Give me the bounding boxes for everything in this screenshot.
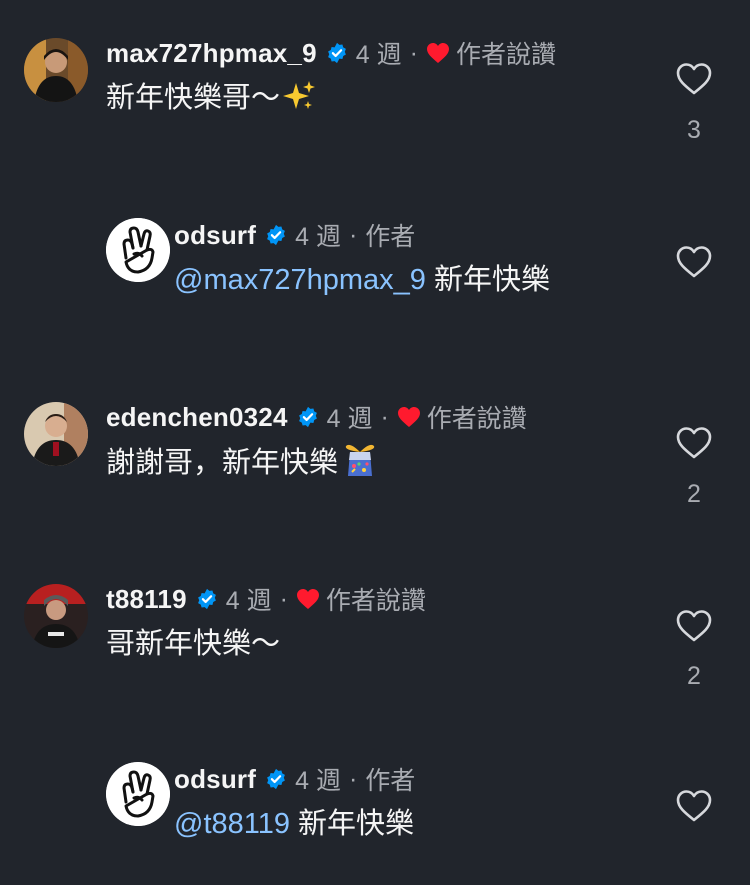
separator: ·	[279, 584, 288, 613]
author-label: 作者	[365, 223, 416, 251]
separator: ·	[348, 220, 358, 249]
comment-text: 新年快樂哥～	[106, 78, 556, 118]
author-liked-heart-icon	[426, 43, 449, 63]
username[interactable]: edenchen0324	[106, 402, 288, 433]
author-liked-label: 作者說讚	[455, 41, 556, 69]
timestamp: 4 週	[355, 41, 402, 69]
like-count: 2	[687, 662, 701, 690]
like-heart-icon[interactable]	[676, 245, 712, 279]
avatar[interactable]	[106, 762, 170, 826]
timestamp: 4 週	[295, 223, 341, 251]
avatar[interactable]	[24, 38, 88, 102]
like-heart-icon[interactable]	[676, 62, 712, 96]
like-heart-icon[interactable]	[676, 426, 712, 460]
verified-badge-icon	[267, 768, 285, 790]
author-label: 作者	[365, 767, 416, 795]
username[interactable]: t88119	[106, 584, 187, 615]
separator: ·	[409, 38, 418, 67]
verified-badge-icon	[298, 406, 317, 428]
timestamp: 4 週	[295, 767, 341, 795]
timestamp: 4 週	[225, 587, 272, 615]
comment-text: @max727hpmax_9 新年快樂	[174, 264, 550, 296]
verified-badge-icon	[267, 224, 285, 246]
author-liked-label: 作者說讚	[426, 405, 527, 433]
avatar[interactable]	[24, 584, 88, 648]
avatar[interactable]	[24, 402, 88, 466]
username[interactable]: odsurf	[174, 220, 256, 251]
verified-badge-icon	[197, 588, 216, 610]
comment-text: 哥新年快樂～	[106, 628, 281, 660]
separator: ·	[380, 402, 389, 431]
like-count: 2	[687, 480, 701, 508]
party-confetti-icon	[345, 444, 375, 476]
author-liked-heart-icon	[296, 589, 319, 609]
separator: ·	[348, 764, 358, 793]
username[interactable]: max727hpmax_9	[106, 38, 317, 69]
username[interactable]: odsurf	[174, 764, 256, 795]
sparkles-icon	[283, 81, 316, 109]
mention-link[interactable]: @max727hpmax_9	[174, 264, 426, 296]
like-heart-icon[interactable]	[676, 609, 712, 643]
comment-text: 謝謝哥，新年快樂	[106, 442, 527, 483]
mention-link[interactable]: @t88119	[174, 808, 290, 840]
avatar[interactable]	[106, 218, 170, 282]
verified-badge-icon	[327, 42, 346, 64]
like-heart-icon[interactable]	[676, 789, 712, 823]
author-liked-heart-icon	[397, 407, 420, 427]
author-liked-label: 作者說讚	[325, 587, 426, 615]
like-count: 3	[687, 116, 701, 144]
comment-text: @t88119 新年快樂	[174, 808, 415, 840]
timestamp: 4 週	[326, 405, 373, 433]
